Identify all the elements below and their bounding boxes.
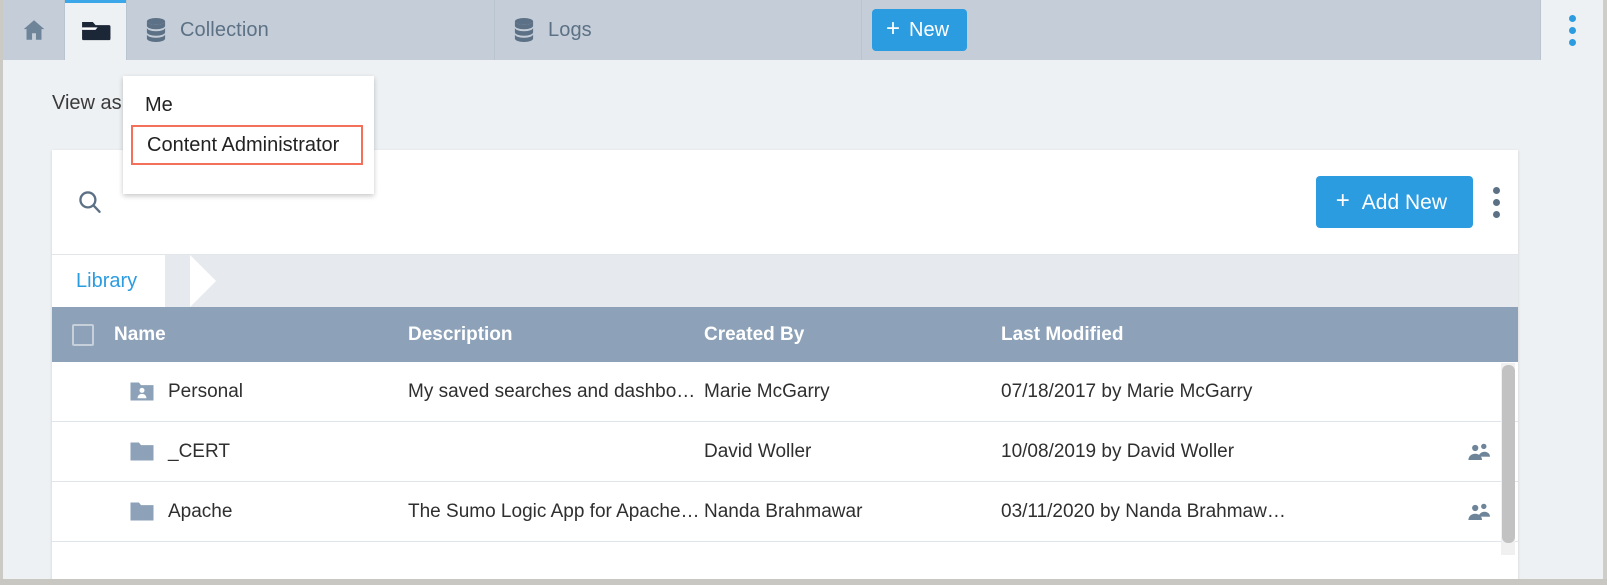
window-right-edge bbox=[1603, 0, 1607, 585]
table-row[interactable]: Apache The Sumo Logic App for Apache… Na… bbox=[52, 482, 1518, 542]
row-description-cell: My saved searches and dashbo… bbox=[408, 362, 704, 422]
row-name-label: _CERT bbox=[168, 441, 230, 463]
toolbar-overflow-menu-icon[interactable] bbox=[1493, 187, 1500, 218]
add-new-button[interactable]: + Add New bbox=[1316, 176, 1473, 228]
row-created-by-cell: David Woller bbox=[704, 422, 1001, 482]
topbar-overflow-menu[interactable] bbox=[1541, 0, 1603, 60]
dropdown-option-content-administrator[interactable]: Content Administrator bbox=[131, 125, 363, 165]
database-icon bbox=[513, 17, 535, 43]
plus-icon: + bbox=[1336, 189, 1350, 213]
top-tab-bar: Collection Logs + New bbox=[3, 0, 1603, 60]
column-header-shared bbox=[1441, 307, 1518, 362]
tab-collection[interactable]: Collection bbox=[127, 0, 495, 60]
view-as-dropdown: Me Content Administrator bbox=[123, 76, 374, 194]
dropdown-option-me-label: Me bbox=[145, 94, 173, 117]
row-last-modified-cell: 07/18/2017 by Marie McGarry bbox=[1001, 362, 1441, 422]
row-created-by-cell: Nanda Brahmawar bbox=[704, 482, 1001, 542]
new-button-label: New bbox=[909, 20, 949, 40]
kebab-menu-icon[interactable] bbox=[1569, 15, 1576, 46]
row-checkbox-cell[interactable] bbox=[52, 482, 114, 542]
breadcrumb-item-library[interactable]: Library bbox=[52, 255, 165, 307]
application-window: Collection Logs + New View as bbox=[0, 0, 1607, 585]
library-table-wrapper: Name Description Created By Last Modifie… bbox=[52, 307, 1518, 585]
search-icon[interactable] bbox=[76, 188, 106, 218]
window-left-edge bbox=[0, 0, 3, 585]
row-description-cell: The Sumo Logic App for Apache… bbox=[408, 482, 704, 542]
table-header-row: Name Description Created By Last Modifie… bbox=[52, 307, 1518, 362]
toolbar-actions: + Add New bbox=[1316, 150, 1500, 254]
new-button[interactable]: + New bbox=[872, 9, 967, 51]
tab-collection-label: Collection bbox=[180, 19, 269, 42]
dropdown-option-content-administrator-label: Content Administrator bbox=[147, 134, 339, 157]
row-last-modified-cell: 03/11/2020 by Nanda Brahmaw… bbox=[1001, 482, 1441, 542]
tab-logs[interactable]: Logs bbox=[495, 0, 862, 60]
row-name-label: Personal bbox=[168, 381, 243, 403]
table-row[interactable]: Personal My saved searches and dashbo… M… bbox=[52, 362, 1518, 422]
home-icon bbox=[21, 17, 47, 43]
row-name-label: Apache bbox=[168, 501, 232, 523]
database-icon bbox=[145, 17, 167, 43]
row-last-modified-cell: 10/08/2019 by David Woller bbox=[1001, 422, 1441, 482]
folder-icon bbox=[130, 501, 154, 522]
column-header-description[interactable]: Description bbox=[408, 307, 704, 362]
row-description-cell bbox=[408, 422, 704, 482]
tab-home[interactable] bbox=[3, 0, 65, 60]
window-bottom-edge bbox=[0, 579, 1607, 585]
personal-folder-icon bbox=[130, 381, 154, 402]
breadcrumb: Library bbox=[52, 254, 1518, 307]
select-all-checkbox[interactable] bbox=[72, 324, 94, 346]
row-name-cell: Apache bbox=[114, 482, 408, 542]
folder-icon bbox=[130, 441, 154, 462]
breadcrumb-item-library-label: Library bbox=[76, 270, 137, 293]
column-header-last-modified[interactable]: Last Modified bbox=[1001, 307, 1441, 362]
plus-icon: + bbox=[886, 17, 900, 41]
row-name-cell: _CERT bbox=[114, 422, 408, 482]
new-button-zone: + New bbox=[862, 0, 1541, 60]
library-panel: + Add New Library bbox=[52, 150, 1518, 585]
column-header-created-by[interactable]: Created By bbox=[704, 307, 1001, 362]
row-checkbox-cell[interactable] bbox=[52, 422, 114, 482]
tab-folder[interactable] bbox=[65, 0, 127, 60]
row-name-cell: Personal bbox=[114, 362, 408, 422]
row-checkbox-cell[interactable] bbox=[52, 362, 114, 422]
row-created-by-cell: Marie McGarry bbox=[704, 362, 1001, 422]
breadcrumb-chevron-icon bbox=[190, 255, 216, 307]
select-all-header bbox=[52, 307, 114, 362]
table-scrollbar-thumb[interactable] bbox=[1502, 365, 1515, 543]
folder-icon bbox=[81, 17, 111, 43]
library-table: Name Description Created By Last Modifie… bbox=[52, 307, 1518, 585]
table-row[interactable]: _CERT David Woller 10/08/2019 by David W… bbox=[52, 422, 1518, 482]
add-new-button-label: Add New bbox=[1362, 192, 1447, 213]
tab-logs-label: Logs bbox=[548, 19, 592, 42]
column-header-name[interactable]: Name bbox=[114, 307, 408, 362]
view-as-label: View as bbox=[52, 92, 122, 115]
